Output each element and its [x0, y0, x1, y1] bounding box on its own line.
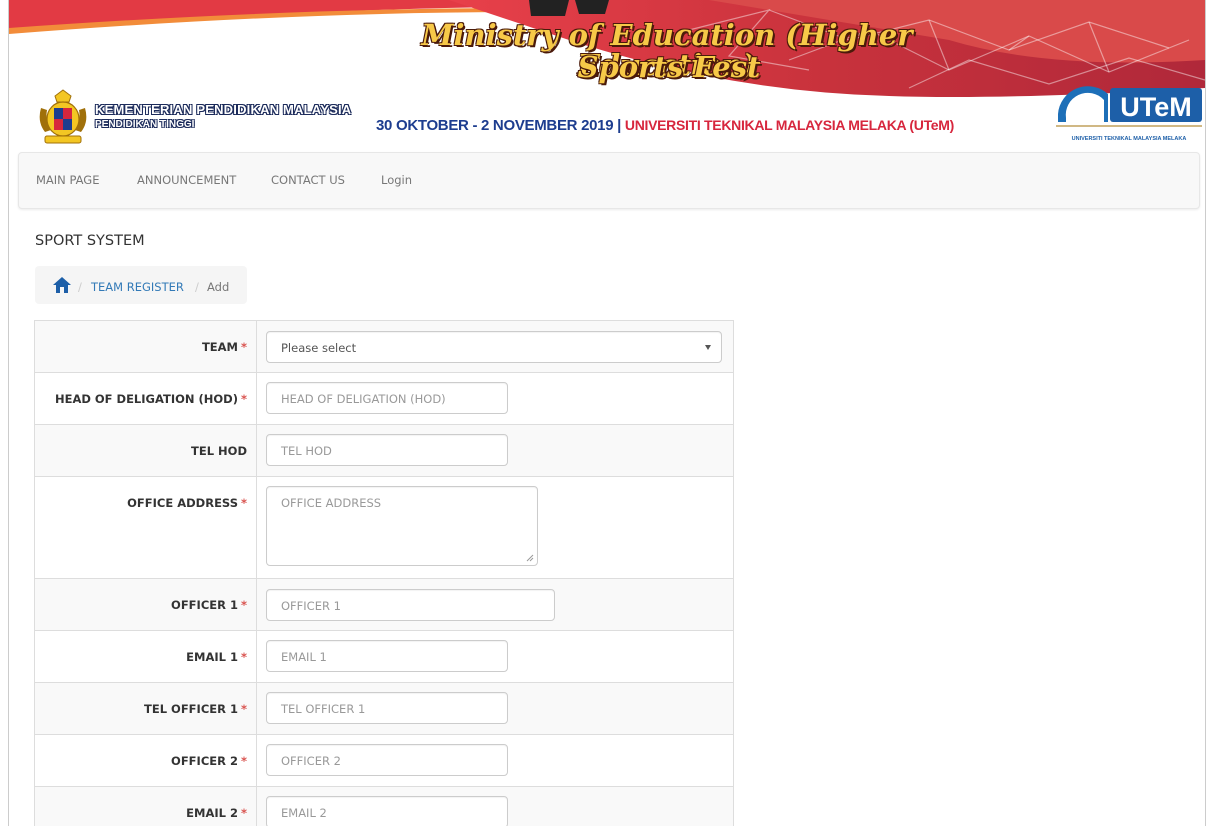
main-navbar: MAIN PAGE ANNOUNCEMENT CONTACT US Login	[18, 152, 1200, 209]
breadcrumb-team-register[interactable]: TEAM REGISTER	[91, 280, 184, 294]
field-cell: Please select	[256, 320, 734, 373]
required-marker: *	[240, 340, 247, 354]
resize-handle-icon[interactable]	[526, 554, 534, 562]
label-tel-officer-1: TEL OFFICER 1	[144, 702, 238, 716]
form-row-tel-hod: TEL HOD TEL HOD	[34, 424, 734, 477]
field-cell: EMAIL 1	[256, 630, 734, 683]
form-row-email-1: EMAIL 1 * EMAIL 1	[34, 630, 734, 683]
utem-logo: UTeM UNIVERSITI TEKNIKAL MALAYSIA MELAKA	[1056, 86, 1202, 142]
field-cell: OFFICE ADDRESS	[256, 476, 734, 579]
label-team: TEAM	[201, 340, 238, 354]
chevron-down-icon	[705, 345, 711, 350]
required-marker: *	[240, 392, 247, 406]
form-row-team: TEAM * Please select	[34, 320, 734, 373]
page-title: SPORT SYSTEM	[35, 233, 145, 249]
breadcrumb: / TEAM REGISTER / Add	[35, 266, 247, 304]
ministry-name: KEMENTERIAN PENDIDIKAN MALAYSIA	[95, 102, 352, 117]
team-select-value: Please select	[281, 341, 357, 355]
ministry-subname: PENDIDIKAN TINGGI	[95, 119, 195, 130]
form-row-email-2: EMAIL 2 * EMAIL 2	[34, 786, 734, 826]
field-label: HEAD OF DELIGATION (HOD) *	[34, 372, 257, 425]
label-email-1: EMAIL 1	[186, 650, 238, 664]
field-label: EMAIL 1 *	[34, 630, 257, 683]
field-label: TEAM *	[34, 320, 257, 373]
field-label: OFFICE ADDRESS *	[34, 476, 257, 579]
email-2-input[interactable]: EMAIL 2	[266, 796, 508, 826]
nav-main-page[interactable]: MAIN PAGE	[36, 173, 99, 187]
nav-login[interactable]: Login	[381, 173, 412, 187]
officer-1-input[interactable]: OFFICER 1	[266, 589, 555, 621]
team-register-form: TEAM * Please select HEAD OF DELIGATION (…	[34, 320, 734, 826]
breadcrumb-current: Add	[207, 280, 230, 294]
field-cell: OFFICER 2	[256, 734, 734, 787]
label-office-address: OFFICE ADDRESS	[127, 496, 238, 510]
breadcrumb-separator: /	[195, 280, 199, 294]
required-marker: *	[240, 496, 247, 510]
field-label: OFFICER 1 *	[34, 578, 257, 631]
utem-logo-text: UTeM	[1120, 92, 1192, 122]
tel-hod-input[interactable]: TEL HOD	[266, 434, 508, 466]
officer-2-input[interactable]: OFFICER 2	[266, 744, 508, 776]
form-row-officer-1: OFFICER 1 * OFFICER 1	[34, 578, 734, 631]
nav-announcement[interactable]: ANNOUNCEMENT	[137, 173, 236, 187]
field-label: EMAIL 2 *	[34, 786, 257, 826]
field-label: TEL OFFICER 1 *	[34, 682, 257, 735]
home-icon[interactable]	[52, 276, 72, 294]
label-hod: HEAD OF DELIGATION (HOD)	[54, 392, 238, 406]
required-marker: *	[240, 650, 247, 664]
hod-input[interactable]: HEAD OF DELIGATION (HOD)	[266, 382, 508, 414]
label-officer-1: OFFICER 1	[171, 598, 238, 612]
label-officer-2: OFFICER 2	[171, 754, 238, 768]
field-cell: TEL HOD	[256, 424, 734, 477]
banner-subtitle: Sports Fest	[577, 50, 761, 84]
team-select[interactable]: Please select	[266, 331, 722, 363]
email-1-input[interactable]: EMAIL 1	[266, 640, 508, 672]
nav-contact-us[interactable]: CONTACT US	[271, 173, 345, 187]
required-marker: *	[240, 598, 247, 612]
field-label: TEL HOD	[34, 424, 257, 477]
label-tel-hod: TEL HOD	[191, 444, 247, 458]
field-cell: HEAD OF DELIGATION (HOD)	[256, 372, 734, 425]
office-address-textarea[interactable]: OFFICE ADDRESS	[266, 486, 538, 566]
header-banner: Ministry of Education (Higher Education)…	[9, 0, 1205, 150]
event-info: 30 OKTOBER - 2 NOVEMBER 2019 | UNIVERSIT…	[376, 117, 954, 134]
field-label: OFFICER 2 *	[34, 734, 257, 787]
form-row-officer-2: OFFICER 2 * OFFICER 2	[34, 734, 734, 787]
form-row-tel-officer-1: TEL OFFICER 1 * TEL OFFICER 1	[34, 682, 734, 735]
label-email-2: EMAIL 2	[186, 806, 238, 820]
tel-officer-1-input[interactable]: TEL OFFICER 1	[266, 692, 508, 724]
field-cell: EMAIL 2	[256, 786, 734, 826]
required-marker: *	[240, 806, 247, 820]
required-marker: *	[240, 702, 247, 716]
form-row-office-address: OFFICE ADDRESS * OFFICE ADDRESS	[34, 476, 734, 579]
event-venue: UNIVERSITI TEKNIKAL MALAYSIA MELAKA (UTe…	[624, 117, 954, 133]
utem-logo-caption: UNIVERSITI TEKNIKAL MALAYSIA MELAKA	[1072, 136, 1187, 142]
office-address-placeholder: OFFICE ADDRESS	[281, 496, 382, 510]
ministry-crest-logo	[39, 89, 87, 144]
required-marker: *	[240, 754, 247, 768]
field-cell: TEL OFFICER 1	[256, 682, 734, 735]
event-dates: 30 OKTOBER - 2 NOVEMBER 2019	[376, 117, 614, 134]
field-cell: OFFICER 1	[256, 578, 734, 631]
form-row-hod: HEAD OF DELIGATION (HOD) * HEAD OF DELIGA…	[34, 372, 734, 425]
breadcrumb-separator: /	[78, 280, 82, 294]
event-separator: |	[617, 117, 622, 134]
